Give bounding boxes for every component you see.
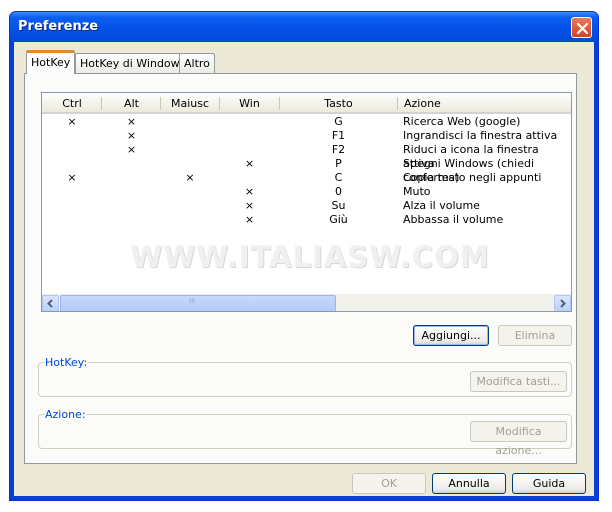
ok-button[interactable]: OK — [352, 473, 426, 494]
tab-label: HotKey di Windows — [80, 57, 186, 70]
watermark: WWW.ITALIASW.COM — [130, 240, 490, 274]
add-button[interactable]: Aggiungi... — [413, 325, 489, 346]
table-row[interactable]: × × G Ricerca Web (google) — [42, 115, 571, 129]
cell-azione: Abbassa il volume — [403, 213, 504, 226]
tab-label: HotKey — [31, 56, 71, 69]
cell-tasto: F1 — [331, 129, 346, 142]
cell-tasto: C — [334, 171, 343, 184]
dialog-client-area: HotKey HotKey di Windows Altro Ctrl Alt … — [14, 42, 594, 496]
window-title: Preferenze — [18, 19, 99, 34]
edit-action-button[interactable]: Modifica azione... — [470, 421, 567, 457]
cell-alt: × — [126, 143, 137, 156]
close-button[interactable] — [571, 17, 592, 38]
table-row[interactable]: × F2 Riduci a icona la finestra attiva — [42, 143, 571, 170]
column-header-azione[interactable]: Azione — [404, 97, 441, 110]
cell-tasto: G — [334, 115, 343, 128]
scroll-thumb[interactable]: III — [60, 295, 336, 311]
chevron-right-icon — [560, 299, 566, 308]
tab-hotkey[interactable]: HotKey — [26, 50, 76, 74]
action-group-label: Azione: — [44, 408, 87, 421]
cell-alt: × — [126, 129, 137, 142]
cell-win: × — [244, 213, 255, 226]
column-header-alt[interactable]: Alt — [102, 97, 161, 110]
cell-azione: Copia testo negli appunti — [403, 171, 542, 184]
cell-win: × — [244, 185, 255, 198]
cancel-button[interactable]: Annulla — [432, 473, 506, 494]
hotkey-group-label: HotKey: — [44, 356, 89, 369]
close-icon — [576, 22, 589, 35]
delete-button[interactable]: Elimina — [498, 325, 572, 346]
cell-tasto: Su — [331, 199, 346, 212]
table-row[interactable]: × 0 Muto — [42, 185, 571, 199]
tab-hotkey-di-windows[interactable]: HotKey di Windows — [75, 53, 191, 73]
scroll-left-button[interactable] — [42, 295, 59, 311]
cell-tasto: 0 — [335, 185, 342, 198]
column-header-tasto[interactable]: Tasto — [280, 97, 397, 110]
cell-tasto: P — [335, 157, 342, 170]
horizontal-scrollbar[interactable]: III — [42, 294, 571, 311]
hotkey-list[interactable]: Ctrl Alt Maiusc Win Tasto Azione × × G R… — [41, 92, 572, 312]
table-row[interactable]: × F1 Ingrandisci la finestra attiva — [42, 129, 571, 143]
tab-altro[interactable]: Altro — [179, 53, 215, 73]
cell-azione: Alza il volume — [403, 199, 480, 212]
cell-azione: Ingrandisci la finestra attiva — [403, 129, 558, 142]
column-header-ctrl[interactable]: Ctrl — [42, 97, 102, 110]
cell-win: × — [244, 157, 255, 170]
cell-ctrl: × — [67, 171, 77, 184]
table-row[interactable]: × × C Copia testo negli appunti — [42, 171, 571, 185]
cell-azione: Muto — [403, 185, 431, 198]
preferences-dialog: Preferenze HotKey HotKey di Windows Altr… — [9, 11, 599, 501]
cell-maiusc: × — [185, 171, 195, 184]
scroll-right-button[interactable] — [554, 295, 571, 311]
scroll-grip: III — [189, 297, 196, 305]
column-header-maiusc[interactable]: Maiusc — [161, 97, 219, 110]
help-button[interactable]: Guida — [512, 473, 586, 494]
table-row[interactable]: × Giù Abbassa il volume — [42, 213, 571, 227]
title-bar[interactable]: Preferenze — [10, 12, 598, 42]
list-header: Ctrl Alt Maiusc Win Tasto Azione — [42, 93, 571, 114]
table-row[interactable]: × P Spegni Windows (chiedi conferma) — [42, 157, 571, 184]
cell-tasto: F2 — [331, 143, 346, 156]
edit-keys-button[interactable]: Modifica tasti... — [470, 371, 567, 392]
cell-tasto: Giù — [329, 213, 348, 226]
cell-ctrl: × — [67, 115, 77, 128]
column-header-win[interactable]: Win — [220, 97, 279, 110]
tab-label: Altro — [184, 57, 210, 70]
table-row[interactable]: × Su Alza il volume — [42, 199, 571, 213]
cell-alt: × — [126, 115, 137, 128]
cell-win: × — [244, 199, 255, 212]
cell-azione: Ricerca Web (google) — [403, 115, 521, 128]
column-separator[interactable] — [397, 97, 398, 110]
chevron-left-icon — [47, 299, 53, 308]
